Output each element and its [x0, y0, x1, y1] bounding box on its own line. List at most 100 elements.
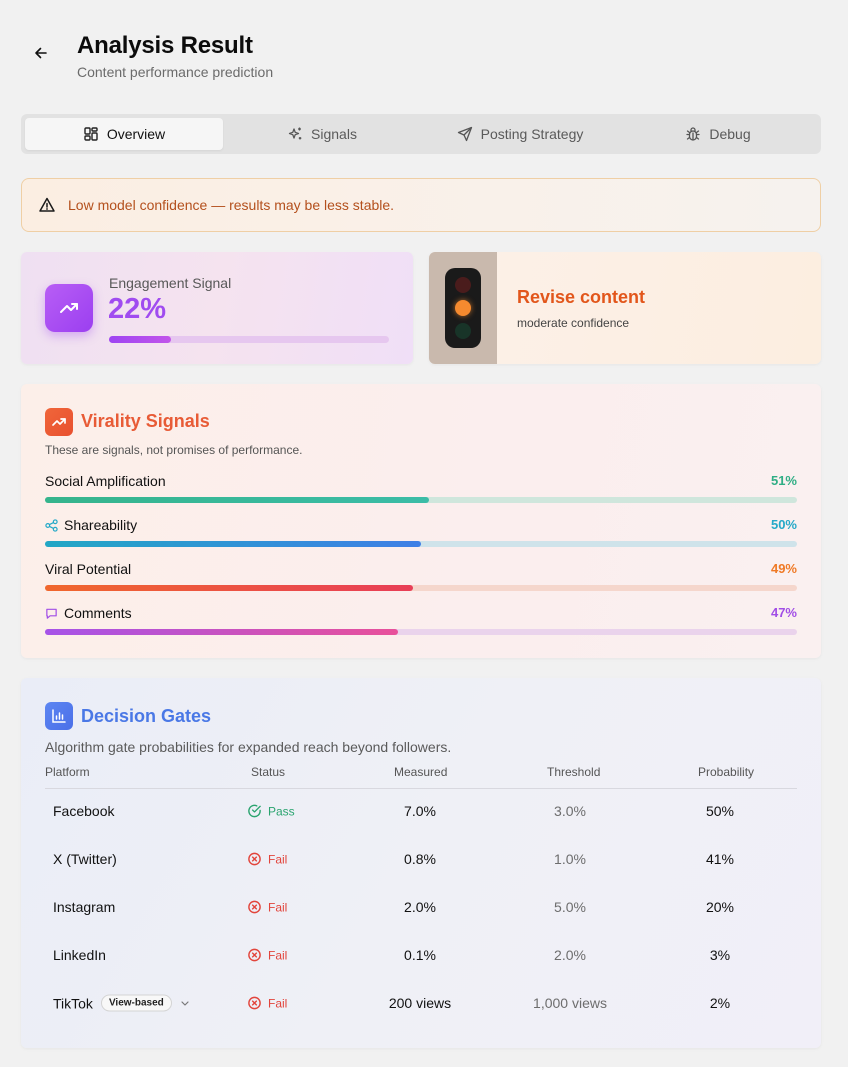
signal-track: [45, 585, 797, 591]
gates-subtitle: Algorithm gate probabilities for expande…: [45, 739, 452, 755]
x-circle-icon: [248, 852, 261, 866]
signal-label: Shareability: [45, 517, 137, 533]
probability-value: 3%: [709, 947, 731, 963]
low-confidence-alert: Low model confidence — results may be le…: [21, 178, 821, 232]
comment-icon: [46, 608, 57, 619]
tab-posting-strategy[interactable]: Posting Strategy: [421, 118, 619, 150]
measured-value: 7.0%: [404, 803, 436, 819]
status-text: Pass: [268, 804, 295, 818]
engagement-progress-bar: [109, 336, 389, 343]
tab-debug[interactable]: Debug: [619, 118, 817, 150]
tab-label: Overview: [106, 126, 166, 142]
signal-label: Viral Potential: [45, 561, 131, 577]
signal-shareability: Shareability 50%: [45, 517, 797, 557]
platform-name: LinkedIn: [53, 947, 106, 963]
send-icon: [457, 126, 472, 142]
chevron-down-icon[interactable]: [180, 998, 190, 1008]
virality-title: Virality Signals: [81, 411, 210, 431]
signal-name: Shareability: [64, 517, 138, 533]
back-button[interactable]: [30, 42, 52, 64]
decision-subtitle: moderate confidence: [517, 316, 630, 330]
bar-chart-icon: [45, 702, 73, 730]
table-row: X (Twitter) Fail 0.8% 1.0% 41%: [45, 835, 797, 883]
x-circle-icon: [248, 948, 261, 962]
table-row: Instagram Fail 2.0% 5.0% 20%: [45, 883, 797, 931]
grid-icon: [84, 127, 98, 141]
column-header-threshold: Threshold: [547, 765, 601, 779]
signal-percent: 49%: [770, 561, 797, 576]
x-circle-icon: [248, 996, 261, 1010]
signal-name: Viral Potential: [45, 561, 132, 577]
signal-viral-potential: Viral Potential 49%: [45, 561, 797, 601]
status-text: Fail: [268, 852, 288, 866]
signal-label: Social Amplification: [45, 473, 166, 489]
platform-name: Instagram: [53, 899, 116, 915]
signal-comments: Comments 47%: [45, 605, 797, 645]
status-badge: Fail: [247, 996, 287, 1011]
threshold-value: 1,000 views: [533, 995, 607, 1011]
tab-bar: Overview Signals Posting Strategy Debug: [21, 114, 821, 154]
threshold-value: 2.0%: [554, 947, 586, 963]
page-header: Analysis Result Content performance pred…: [30, 32, 430, 84]
amber-light: [455, 299, 471, 316]
signal-percent: 50%: [770, 517, 797, 532]
table-row: TikTok View-based Fail 200 views 1,000 v…: [45, 979, 797, 1027]
signal-track: [45, 629, 797, 635]
signal-name: Social Amplification: [45, 473, 166, 489]
tab-overview[interactable]: Overview: [25, 118, 223, 150]
tab-label: Signals: [311, 126, 357, 142]
decision-card: Revise content moderate confidence: [429, 252, 821, 364]
signal-fill: [45, 629, 399, 635]
status-badge: Fail: [247, 948, 287, 963]
platform-cell: X (Twitter): [53, 851, 117, 867]
virality-signals-card: Virality Signals These are signals, not …: [21, 384, 821, 658]
column-header-probability: Probability: [698, 765, 755, 779]
table-row: Facebook Pass 7.0% 3.0% 50%: [45, 787, 797, 835]
signal-percent: 51%: [770, 473, 797, 488]
measured-value: 0.1%: [404, 947, 436, 963]
virality-subtitle: These are signals, not promises of perfo…: [45, 443, 303, 457]
status-badge: Fail: [247, 852, 287, 867]
traffic-light-icon: [445, 268, 481, 348]
probability-value: 20%: [705, 899, 735, 915]
signal-social-amplification: Social Amplification 51%: [45, 473, 797, 513]
platform-name: TikTok: [53, 995, 93, 1011]
status-text: Fail: [268, 900, 288, 914]
gates-title: Decision Gates: [81, 706, 212, 726]
decision-gates-card: Decision Gates Algorithm gate probabilit…: [21, 678, 821, 1048]
tab-label: Debug: [709, 126, 751, 142]
signal-percent: 47%: [770, 605, 797, 620]
threshold-value: 5.0%: [554, 899, 586, 915]
status-text: Fail: [268, 996, 288, 1010]
gates-table-header: Platform Status Measured Threshold Proba…: [45, 765, 797, 789]
view-based-badge: View-based: [100, 994, 172, 1012]
signal-fill: [45, 585, 414, 591]
alert-text: Low model confidence — results may be le…: [68, 197, 395, 213]
x-circle-icon: [248, 900, 261, 914]
tab-signals[interactable]: Signals: [223, 118, 421, 150]
engagement-progress-fill: [109, 336, 171, 343]
platform-name: X (Twitter): [53, 851, 117, 867]
probability-value: 41%: [705, 851, 735, 867]
status-badge: Fail: [247, 900, 287, 915]
threshold-value: 3.0%: [554, 803, 586, 819]
trending-up-icon: [45, 284, 93, 332]
decision-title: Revise content: [517, 287, 646, 307]
measured-value: 0.8%: [404, 851, 436, 867]
measured-value: 2.0%: [404, 899, 436, 915]
bug-icon: [686, 127, 701, 141]
traffic-light-panel: [429, 252, 497, 364]
signal-track: [45, 497, 797, 503]
platform-cell: TikTok View-based: [53, 994, 190, 1012]
page-subtitle: Content performance prediction: [77, 64, 274, 80]
probability-value: 50%: [705, 803, 735, 819]
signal-label: Comments: [45, 605, 132, 621]
probability-value: 2%: [709, 995, 731, 1011]
signal-name: Comments: [64, 605, 132, 621]
platform-cell: LinkedIn: [53, 947, 106, 963]
platform-cell: Facebook: [53, 803, 114, 819]
status-badge: Pass: [247, 804, 295, 819]
status-text: Fail: [268, 948, 288, 962]
signal-track: [45, 541, 797, 547]
engagement-signal-card: Engagement Signal 22%: [21, 252, 413, 364]
